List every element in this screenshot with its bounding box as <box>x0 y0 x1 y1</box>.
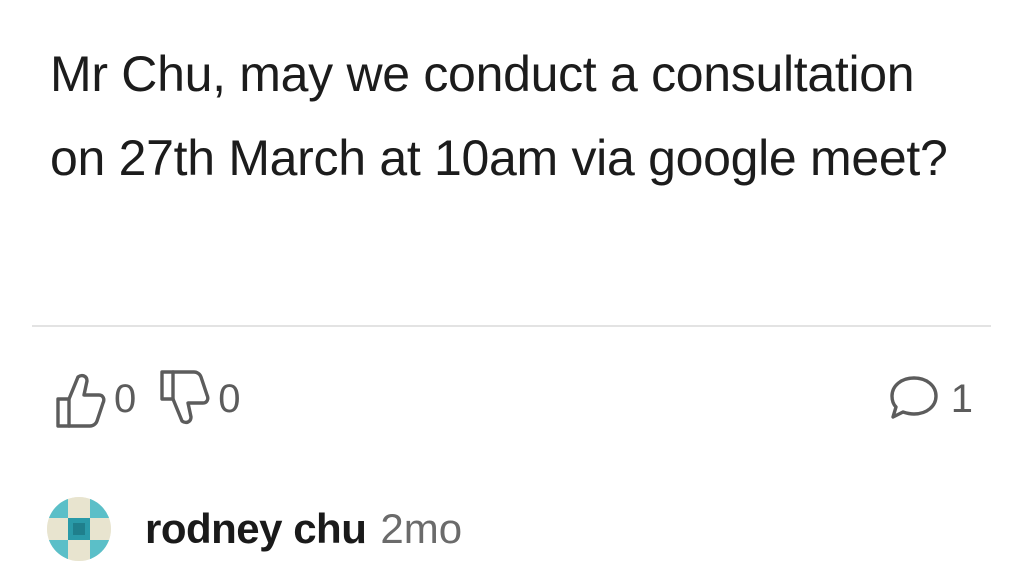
thumbs-up-icon <box>52 368 108 430</box>
comment-count: 1 <box>950 376 973 421</box>
author-name[interactable]: rodney chu <box>145 505 367 553</box>
vote-bar: 0 0 <box>52 366 241 432</box>
avatar[interactable] <box>47 497 111 561</box>
downvote-count: 0 <box>218 376 241 421</box>
author-row: rodney chu 2mo <box>47 497 462 561</box>
post-text: Mr Chu, may we conduct a consultation on… <box>50 46 948 186</box>
thumbs-down-icon <box>156 368 212 430</box>
downvote-button[interactable]: 0 <box>156 368 241 430</box>
comments-button[interactable]: 1 <box>887 366 973 432</box>
speech-bubble-icon <box>887 372 941 427</box>
upvote-button[interactable]: 0 <box>52 368 136 430</box>
post-time: 2mo <box>380 505 463 552</box>
upvote-count: 0 <box>114 376 137 421</box>
divider <box>32 325 991 327</box>
